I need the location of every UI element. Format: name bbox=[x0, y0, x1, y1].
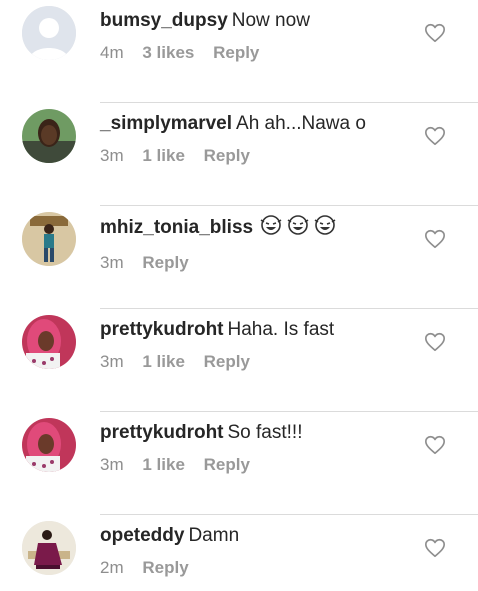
reply-button[interactable]: Reply bbox=[204, 455, 250, 474]
user-photo bbox=[22, 212, 76, 266]
comment-username[interactable]: bumsy_dupsy bbox=[100, 10, 228, 31]
comment-likes[interactable]: 3 likes bbox=[142, 43, 194, 62]
comment-time: 2m bbox=[100, 558, 124, 577]
avatar[interactable] bbox=[22, 521, 76, 575]
avatar[interactable] bbox=[22, 212, 76, 266]
comment-body: _simplymarvel Ah ah...Nawa o 3m 1 like Re… bbox=[100, 111, 418, 167]
avatar[interactable] bbox=[22, 418, 76, 472]
reply-button[interactable]: Reply bbox=[213, 43, 259, 62]
user-photo bbox=[22, 109, 76, 163]
comment-body: prettykudroht Haha. Is fast 3m 1 like Rep… bbox=[100, 317, 418, 373]
heart-icon[interactable] bbox=[424, 125, 446, 147]
comment-meta: 3m 1 like Reply bbox=[100, 454, 418, 476]
heart-icon[interactable] bbox=[424, 22, 446, 44]
laughing-face-emoji bbox=[287, 215, 309, 235]
comment-body: opeteddy Damn 2m Reply bbox=[100, 523, 418, 579]
comment-username[interactable]: prettykudroht bbox=[100, 422, 224, 443]
comment-username[interactable]: opeteddy bbox=[100, 525, 184, 546]
comment-text: Damn bbox=[188, 525, 240, 546]
laughing-face-emoji bbox=[314, 215, 336, 235]
emoji-group bbox=[259, 214, 340, 244]
comment-body: mhiz_tonia_bliss 3m Reply bbox=[100, 214, 418, 274]
reply-button[interactable]: Reply bbox=[204, 146, 250, 165]
comment-time: 3m bbox=[100, 455, 124, 474]
default-avatar-icon bbox=[22, 6, 76, 60]
comment-likes[interactable]: 1 like bbox=[142, 455, 185, 474]
comment-body: bumsy_dupsy Now now 4m 3 likes Reply bbox=[100, 8, 418, 64]
comment-meta: 3m 1 like Reply bbox=[100, 145, 418, 167]
user-photo bbox=[22, 418, 76, 472]
comment-item: opeteddy Damn 2m Reply bbox=[0, 515, 478, 591]
comment-text: Haha. Is fast bbox=[227, 319, 335, 340]
laughing-face-emoji bbox=[260, 215, 282, 235]
comment-item: bumsy_dupsy Now now 4m 3 likes Reply bbox=[0, 0, 478, 103]
heart-icon[interactable] bbox=[424, 434, 446, 456]
comment-item: mhiz_tonia_bliss 3m Reply bbox=[0, 206, 478, 309]
reply-button[interactable]: Reply bbox=[142, 253, 188, 272]
comment-item: _simplymarvel Ah ah...Nawa o 3m 1 like Re… bbox=[0, 103, 478, 206]
comment-likes[interactable]: 1 like bbox=[142, 352, 185, 371]
comment-list: bumsy_dupsy Now now 4m 3 likes Reply _si… bbox=[0, 0, 478, 591]
comment-username[interactable]: _simplymarvel bbox=[100, 113, 232, 134]
comment-username[interactable]: mhiz_tonia_bliss bbox=[100, 217, 253, 238]
user-photo bbox=[22, 521, 76, 575]
comment-item: prettykudroht So fast!!! 3m 1 like Reply bbox=[0, 412, 478, 515]
comment-meta: 2m Reply bbox=[100, 557, 418, 579]
avatar[interactable] bbox=[22, 315, 76, 369]
comment-meta: 3m 1 like Reply bbox=[100, 351, 418, 373]
comment-time: 4m bbox=[100, 43, 124, 62]
comment-body: prettykudroht So fast!!! 3m 1 like Reply bbox=[100, 420, 418, 476]
comment-text: Now now bbox=[231, 10, 310, 31]
reply-button[interactable]: Reply bbox=[204, 352, 250, 371]
comment-time: 3m bbox=[100, 352, 124, 371]
comment-username[interactable]: prettykudroht bbox=[100, 319, 224, 340]
comment-time: 3m bbox=[100, 146, 124, 165]
heart-icon[interactable] bbox=[424, 331, 446, 353]
reply-button[interactable]: Reply bbox=[142, 558, 188, 577]
heart-icon[interactable] bbox=[424, 537, 446, 559]
comment-time: 3m bbox=[100, 253, 124, 272]
comment-meta: 3m Reply bbox=[100, 252, 418, 274]
comment-text: Ah ah...Nawa o bbox=[236, 113, 366, 134]
comment-likes[interactable]: 1 like bbox=[142, 146, 185, 165]
heart-icon[interactable] bbox=[424, 228, 446, 250]
avatar[interactable] bbox=[22, 109, 76, 163]
user-photo bbox=[22, 315, 76, 369]
comment-item: prettykudroht Haha. Is fast 3m 1 like Rep… bbox=[0, 309, 478, 412]
comment-meta: 4m 3 likes Reply bbox=[100, 42, 418, 64]
avatar[interactable] bbox=[22, 6, 76, 60]
comment-text: So fast!!! bbox=[227, 422, 303, 443]
